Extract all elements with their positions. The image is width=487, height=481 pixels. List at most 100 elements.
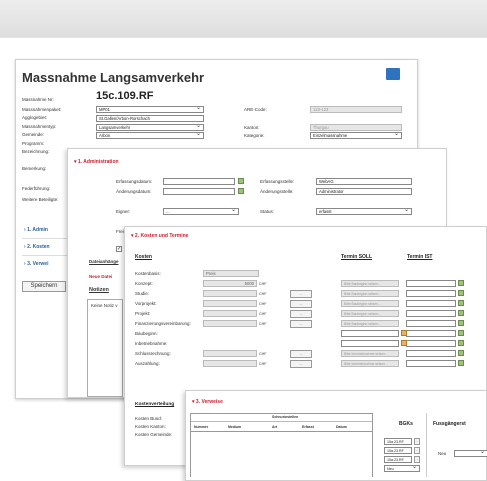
label-gemeinde: Gemeinde: [22,132,45,137]
col-datum: Datum [336,425,347,429]
termin-soll-field[interactable]: Bitte Baubeginn setzen... [341,320,399,327]
calendar-icon[interactable] [238,178,244,184]
bgk-divider [426,413,427,477]
verweise-window: ▾ 3. Verweise Schnurinstellen Nummer Med… [185,390,487,481]
kosten-value-field[interactable] [203,310,257,317]
kosten-value-field[interactable]: Preis [203,270,259,277]
nav-divider [22,238,67,239]
eigner-select[interactable]: ... [163,208,239,215]
termin-ist-field[interactable] [406,340,456,347]
calendar-icon[interactable] [458,320,464,326]
bgk-btn-3[interactable]: - [414,456,420,463]
termin-ist-heading: Termin IST [407,254,433,260]
massnahme-id: 15c.109.RF [96,90,154,102]
neue-datei-link[interactable]: Neue Datei [89,274,112,279]
termin-soll-field[interactable] [341,340,399,347]
verweise-section-title[interactable]: ▾ 3. Verweise [192,399,223,405]
calendar-icon[interactable] [401,340,407,346]
kategorie-select[interactable]: Einzelmassnahme [310,132,402,139]
termin-ist-field[interactable] [406,350,456,357]
calendar-icon[interactable] [458,280,464,286]
kosten-edit-button[interactable]: ... [290,300,312,308]
calendar-icon[interactable] [401,330,407,336]
label-programm: Programm: [22,141,45,146]
termin-ist-field[interactable] [406,320,456,327]
termin-ist-field[interactable] [406,300,456,307]
calendar-icon[interactable] [458,300,464,306]
kanton-field: Thurgau [310,124,402,131]
calendar-icon[interactable] [458,330,464,336]
calendar-icon[interactable] [458,310,464,316]
termin-ist-field[interactable] [406,330,456,337]
termin-ist-field[interactable] [406,310,456,317]
termin-soll-field[interactable]: Bitte Baubeginn setzen... [341,280,399,287]
label-paket: Massnahmenpaket: [22,107,62,112]
kosten-edit-button[interactable]: ... [290,360,312,368]
paket-select[interactable]: MP01 [96,106,204,113]
dateianhaenge-link[interactable]: Dateianhänge [89,259,119,264]
kosten-edit-button[interactable]: ... [290,320,312,328]
kosten-value-field[interactable]: 5000 [203,280,257,287]
agglo-field[interactable]: St.Gallen/Arbon-Rorschach [96,115,204,122]
label-beteiligte: Weitere Beteiligte: [22,197,59,202]
kosten-unit-label: CHF [259,282,267,286]
calendar-icon[interactable] [458,290,464,296]
termin-ist-field[interactable] [406,280,456,287]
aenderungsstelle-field[interactable]: Administrator [316,188,412,195]
kosten-value-field[interactable] [203,300,257,307]
bgk-date-1[interactable]: 15a.23.RF [384,438,412,445]
termin-soll-field[interactable]: Bitte Baubeginn setzen... [341,310,399,317]
bgk-date-2[interactable]: 15a.23.RF [384,447,412,454]
kv-gemeinde-label: Kosten Gemeinde: [135,432,173,437]
termin-ist-field[interactable] [406,290,456,297]
admin-section-title[interactable]: ▾ 1. Administration [74,159,119,165]
kosten-edit-button[interactable]: ... [290,310,312,318]
bgk-date-3[interactable]: 15a.23.RF [384,456,412,463]
kosten-row-label: Konzept: [135,281,153,286]
calendar-icon[interactable] [238,188,244,194]
termin-soll-field[interactable]: Bitte Inbetriebnahme setzen... [341,350,399,357]
nav-verweise[interactable]: › 3. Verwei [24,261,48,267]
calendar-icon[interactable] [458,350,464,356]
erfassungsstelle-field[interactable]: WebAG [316,178,412,185]
termin-soll-field[interactable]: Bitte Baubeginn setzen... [341,290,399,297]
freigabe-checkbox[interactable]: ✓ [116,246,122,252]
aenderungsdatum-field[interactable] [163,188,235,195]
label-aenderungsstelle: Änderungsstelle: [260,189,294,194]
fussgaenger-select[interactable] [454,450,487,457]
nav-kosten[interactable]: › 2. Kosten [24,244,50,250]
termin-soll-field[interactable]: Bitte Baubeginn setzen... [341,300,399,307]
status-select[interactable]: erfasst [316,208,412,215]
termin-ist-field[interactable] [406,360,456,367]
bgk-btn-2[interactable]: - [414,447,420,454]
kosten-edit-button[interactable]: ... [290,290,312,298]
bgk-btn-1[interactable]: - [414,438,420,445]
label-kategorie: Kategorie: [244,133,265,138]
fussgaenger-heading: Fussgängerst [433,421,466,427]
save-button[interactable]: Speichern [22,281,66,292]
typ-select[interactable]: Langsamverkehr [96,124,204,131]
kosten-section-title[interactable]: ▾ 2. Kosten und Termine [131,233,188,239]
termin-soll-field[interactable] [341,330,399,337]
calendar-icon[interactable] [458,340,464,346]
kosten-value-field[interactable] [203,320,257,327]
kosten-edit-button[interactable]: ... [290,350,312,358]
kosten-unit-label: CHF [259,292,267,296]
kosten-unit-label: CHF [259,352,267,356]
notes-box[interactable]: Keine Notiz v [87,299,123,397]
table-mid-line [190,421,372,422]
bgk-neu-select[interactable]: Neu [384,465,420,472]
calendar-icon[interactable] [458,360,464,366]
bgks-heading: BGKs [399,421,413,427]
kosten-value-field[interactable] [203,290,257,297]
kosten-value-field[interactable] [203,350,257,357]
label-federfuehrung: Federführung: [22,186,51,191]
kosten-unit-label: CHF [259,322,267,326]
termin-soll-field[interactable]: Bitte Inbetriebnahme setzen... [341,360,399,367]
label-kanton: Kanton: [244,125,260,130]
gemeinde-select[interactable]: Arbon [96,132,204,139]
erfassungsdatum-field[interactable] [163,178,235,185]
kosten-value-field[interactable] [203,360,257,367]
notes-text: Keine Notiz v [91,303,118,308]
nav-administration[interactable]: › 1. Admin [24,227,48,233]
